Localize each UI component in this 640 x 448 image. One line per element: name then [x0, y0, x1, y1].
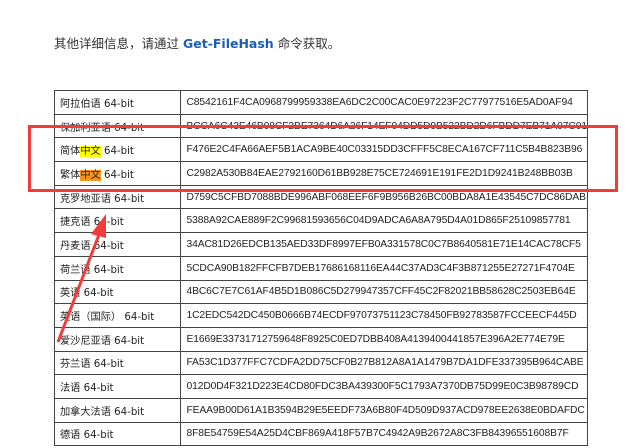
annotation-arrow-icon: [56, 214, 106, 343]
